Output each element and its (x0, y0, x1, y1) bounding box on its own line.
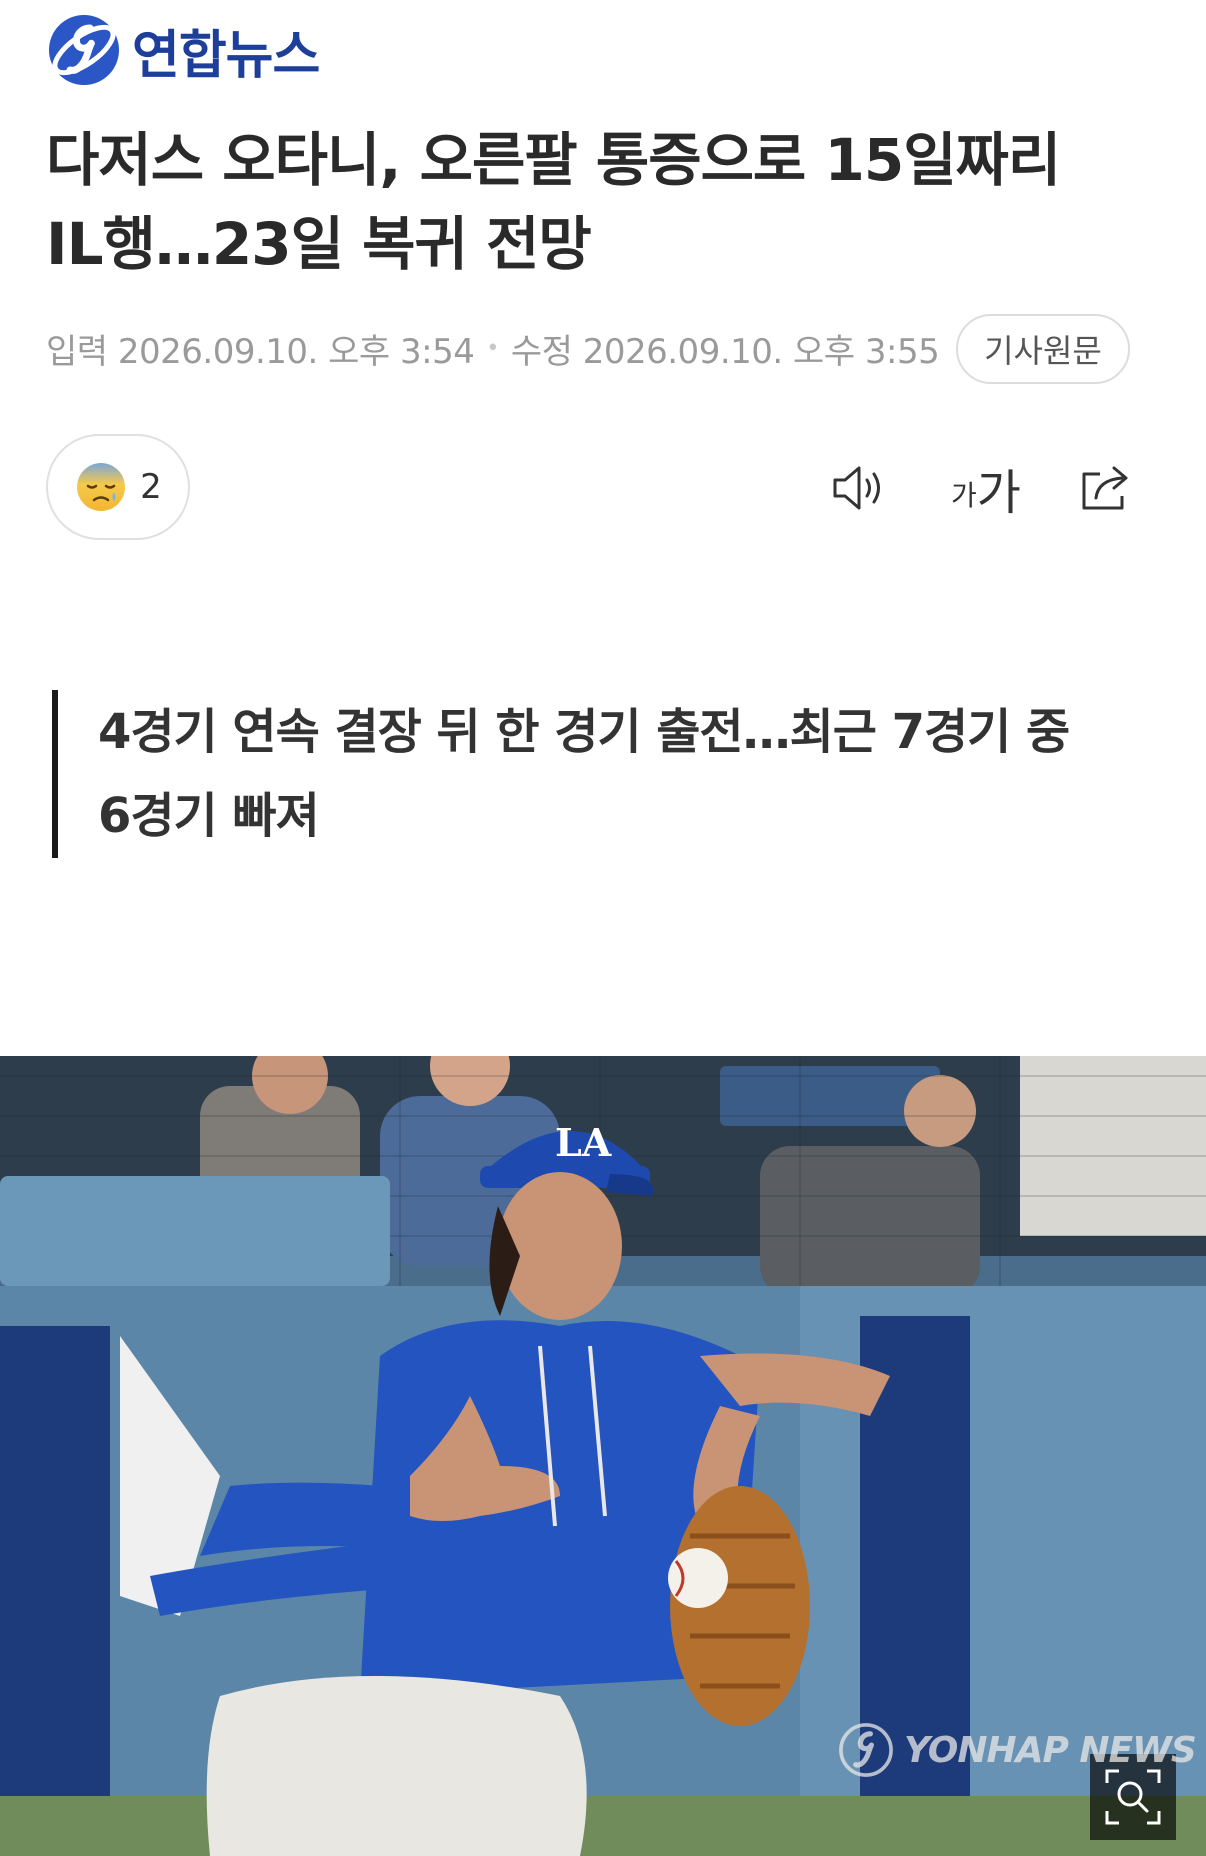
article-meta: 입력 2026.09.10. 오후 3:54 • 수정 2026.09.10. … (46, 318, 940, 378)
brand-logo-text: 연합뉴스 (132, 25, 320, 86)
edit-timestamp: 수정 2026.09.10. 오후 3:55 (510, 331, 940, 372)
font-size-small-label: 가 (951, 479, 977, 512)
font-size-button[interactable]: 가가 (946, 456, 1026, 521)
sad-sweat-emoji-icon (77, 463, 126, 511)
article-headline: 다저스 오타니, 오른팔 통증으로 15일짜리 IL행…23일 복귀 전망 (46, 118, 1166, 286)
reaction-button[interactable]: 2 (46, 434, 190, 540)
summary-line-2: 6경기 빠져 (98, 788, 320, 844)
brand-logo[interactable]: 연합뉴스 (46, 10, 320, 90)
headline-line-2: IL행…23일 복귀 전망 (46, 210, 592, 278)
input-timestamp: 입력 2026.09.10. 오후 3:54 (46, 331, 475, 372)
font-size-large-label: 가 (976, 465, 1021, 521)
svg-text:LA: LA (555, 1120, 612, 1165)
yonhap-logo-icon (49, 15, 119, 85)
article-summary: 4경기 연속 결장 뒤 한 경기 출전…최근 7경기 중 6경기 빠져 (52, 690, 1162, 858)
watermark-text: YONHAP NEWS (904, 1729, 1197, 1771)
headline-line-1: 다저스 오타니, 오른팔 통증으로 15일짜리 (46, 126, 1061, 194)
share-icon (1082, 466, 1128, 510)
yonhap-watermark-icon (839, 1723, 893, 1777)
speaker-icon (833, 466, 880, 510)
original-article-button[interactable]: 기사원문 (956, 314, 1130, 384)
reaction-count: 2 (140, 467, 162, 507)
photo-watermark: YONHAP NEWS (838, 1722, 1197, 1778)
meta-separator: • (486, 335, 499, 361)
text-to-speech-button[interactable] (828, 456, 892, 520)
share-button[interactable] (1074, 456, 1138, 520)
summary-line-1: 4경기 연속 결장 뒤 한 경기 출전…최근 7경기 중 (98, 704, 1070, 760)
